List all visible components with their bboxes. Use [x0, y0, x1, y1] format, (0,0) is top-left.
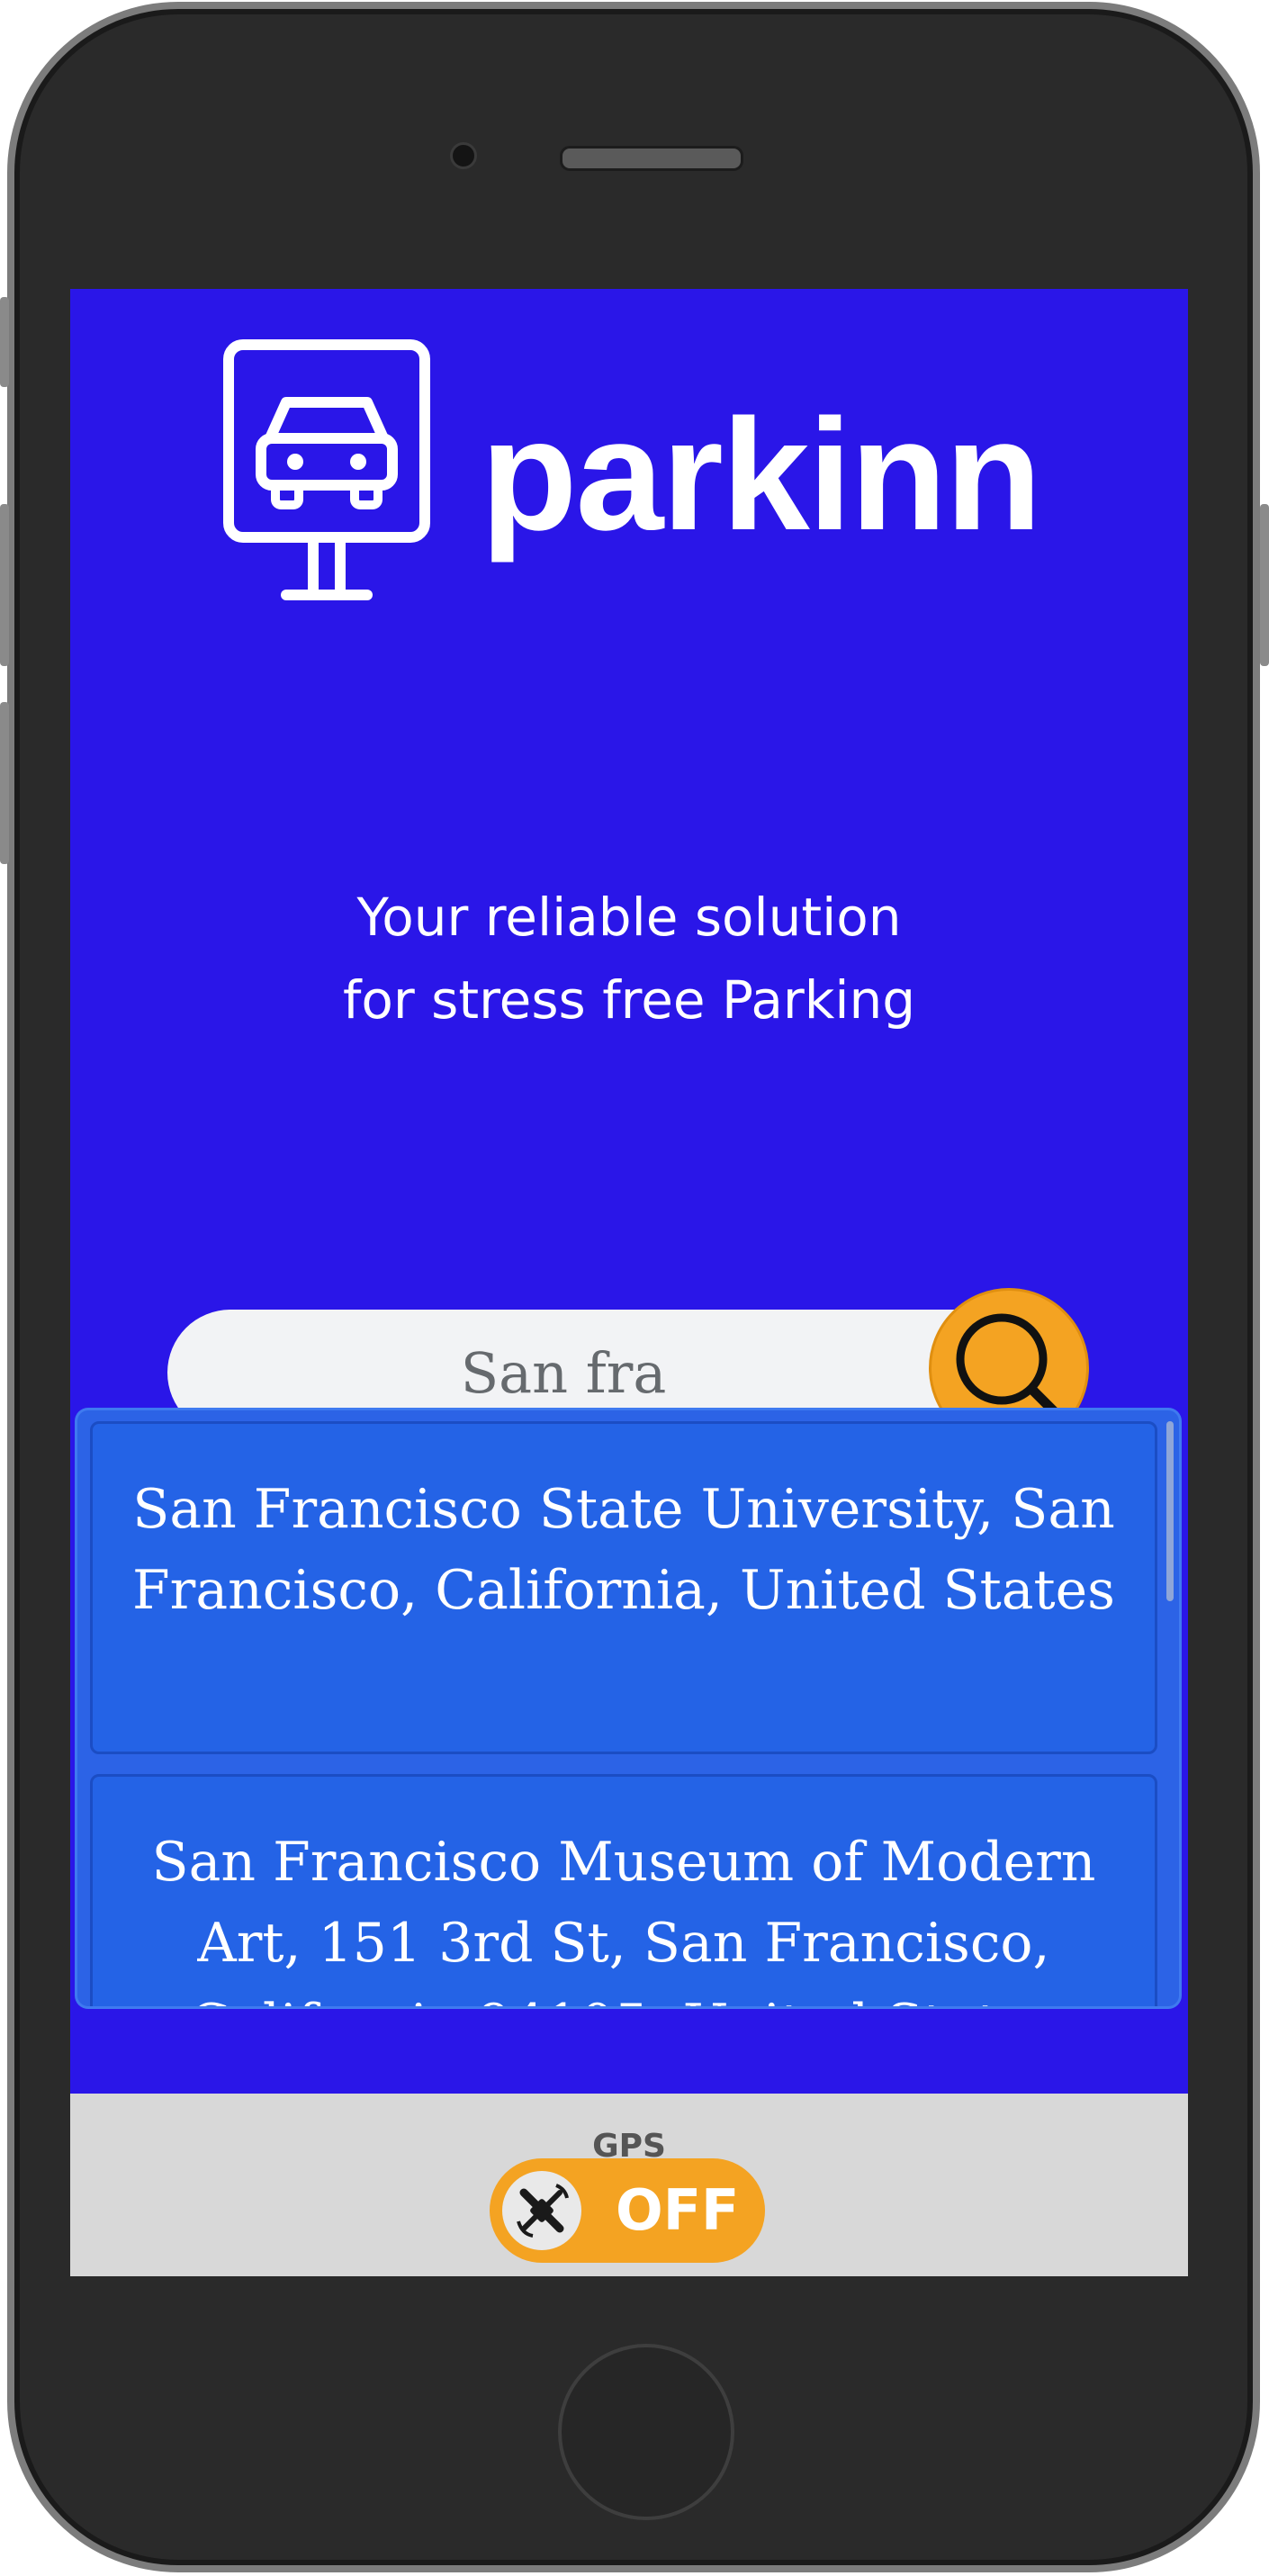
volume-down-button — [0, 702, 9, 864]
suggestion-item[interactable]: San Francisco State University, San Fran… — [90, 1421, 1157, 1754]
parking-sign-car-icon — [223, 339, 430, 600]
tagline: Your reliable solution for stress free P… — [70, 876, 1188, 1041]
brand-name: parkinn — [481, 387, 1042, 563]
suggestions-dropdown: San Francisco State University, San Fran… — [77, 1410, 1179, 2006]
tagline-line-2: for stress free Parking — [342, 969, 916, 1031]
gps-state-text: OFF — [616, 2177, 740, 2243]
home-button[interactable] — [558, 2344, 734, 2520]
dropdown-scrollbar[interactable] — [1166, 1421, 1174, 1601]
gps-toggle-knob — [502, 2171, 581, 2250]
gps-off-icon — [517, 2184, 569, 2238]
suggestion-item[interactable]: San Francisco Museum of Modern Art, 151 … — [90, 1774, 1157, 2006]
tagline-line-1: Your reliable solution — [356, 887, 902, 948]
mute-switch — [0, 297, 9, 387]
gps-toggle[interactable]: OFF — [490, 2158, 765, 2263]
volume-up-button — [0, 504, 9, 666]
app-screen: parkinn Your reliable solution for stres… — [70, 289, 1188, 2276]
power-button — [1260, 504, 1269, 666]
gps-panel: GPS OFF — [70, 2094, 1188, 2276]
earpiece-speaker — [560, 146, 743, 171]
brand-logo: parkinn — [223, 339, 1069, 609]
front-camera — [450, 142, 477, 169]
